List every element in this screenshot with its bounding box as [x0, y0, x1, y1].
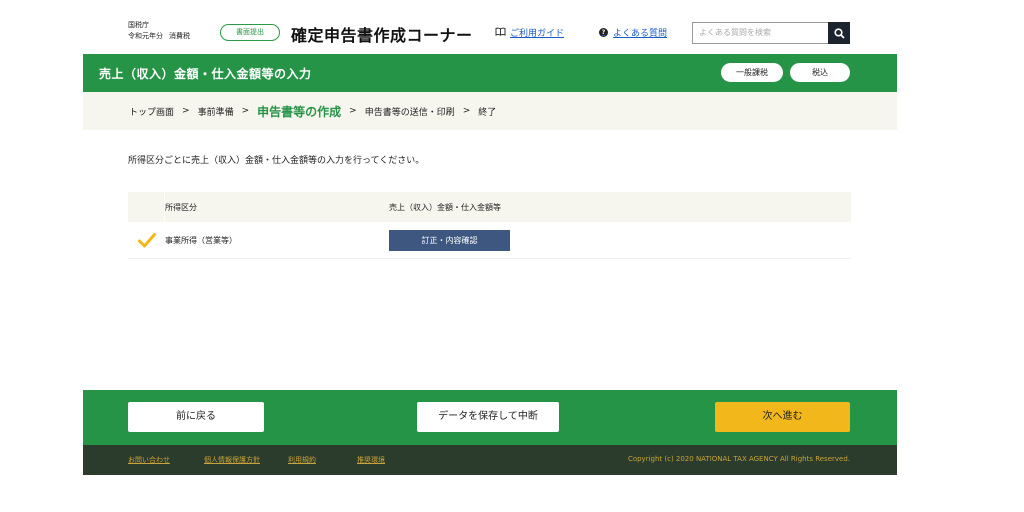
- page-title: 売上（収入）金額・仕入金額等の入力: [99, 67, 312, 81]
- contact-link[interactable]: お問い合わせ: [128, 455, 170, 465]
- chevron-right-icon: >: [241, 106, 250, 116]
- table-row: 事業所得（営業等） 訂正・内容確認: [128, 222, 851, 259]
- search-icon: [833, 24, 845, 43]
- header: 国税庁 令和元年分 消費税 書面提出 確定申告書作成コーナー ご利用ガイド ? よ…: [83, 0, 897, 54]
- table-header: 所得区分 売上（収入）金額・仕入金額等: [128, 192, 851, 222]
- tax-type: 消費税: [169, 32, 190, 40]
- footer-actions: 前に戻る データを保存して中断 次へ進む: [83, 390, 897, 445]
- privacy-policy-link[interactable]: 個人情報保護方針: [204, 455, 260, 465]
- guide-link-label: ご利用ガイド: [510, 29, 565, 39]
- tax-included-badge: 税込: [790, 63, 850, 82]
- check-icon: [128, 222, 165, 258]
- breadcrumb-item-end: 終了: [478, 107, 497, 118]
- column-header-amounts: 売上（収入）金額・仕入金額等: [389, 202, 501, 212]
- site-title[interactable]: 確定申告書作成コーナー: [291, 22, 473, 46]
- chevron-right-icon: >: [462, 106, 471, 116]
- back-button[interactable]: 前に戻る: [128, 402, 264, 432]
- breadcrumb-item-preparation: 事前準備: [197, 107, 234, 118]
- question-icon: ?: [599, 28, 608, 37]
- income-category-label: 事業所得（営業等）: [165, 235, 237, 245]
- instruction-text: 所得区分ごとに売上（収入）金額・仕入金額等の入力を行ってください。: [128, 156, 425, 166]
- year-period: 令和元年分: [128, 32, 163, 40]
- edit-confirm-button[interactable]: 訂正・内容確認: [389, 229, 510, 251]
- footer-links: お問い合わせ 個人情報保護方針 利用規約 推奨環境 Copyright (c) …: [83, 445, 897, 475]
- faq-search-input[interactable]: よくある質問を検索: [692, 22, 829, 44]
- book-icon: [495, 27, 506, 39]
- general-taxation-badge: 一般課税: [721, 63, 783, 82]
- chevron-right-icon: >: [349, 106, 357, 116]
- faq-link-label: よくある質問: [613, 29, 668, 39]
- column-header-category: 所得区分: [165, 202, 197, 212]
- next-button[interactable]: 次へ進む: [715, 402, 850, 432]
- breadcrumb-item-top: トップ画面: [129, 107, 175, 118]
- title-bar: 売上（収入）金額・仕入金額等の入力 一般課税 税込: [83, 54, 897, 92]
- breadcrumb: トップ画面 > 事前準備 > 申告書等の作成 > 申告書等の送信・印刷 > 終了: [83, 92, 897, 130]
- terms-of-use-link[interactable]: 利用規約: [288, 455, 316, 465]
- copyright-text: Copyright (c) 2020 NATIONAL TAX AGENCY A…: [627, 455, 850, 463]
- breadcrumb-item-send-print: 申告書等の送信・印刷: [364, 107, 455, 118]
- guide-link[interactable]: ご利用ガイド: [495, 26, 564, 39]
- save-and-suspend-button[interactable]: データを保存して中断: [417, 402, 559, 432]
- income-category-table: 所得区分 売上（収入）金額・仕入金額等 事業所得（営業等） 訂正・内容確認: [128, 192, 851, 259]
- search-button[interactable]: [828, 22, 850, 44]
- chevron-right-icon: >: [182, 106, 190, 116]
- faq-link[interactable]: ? よくある質問: [599, 26, 667, 39]
- paper-submission-badge: 書面提出: [220, 24, 280, 41]
- page: 国税庁 令和元年分 消費税 書面提出 確定申告書作成コーナー ご利用ガイド ? よ…: [83, 0, 897, 512]
- breadcrumb-item-current: 申告書等の作成: [257, 104, 342, 119]
- recommended-environment-link[interactable]: 推奨環境: [357, 455, 385, 465]
- agency-name: 国税庁: [128, 21, 149, 29]
- agency-info: 国税庁 令和元年分 消費税: [128, 20, 190, 42]
